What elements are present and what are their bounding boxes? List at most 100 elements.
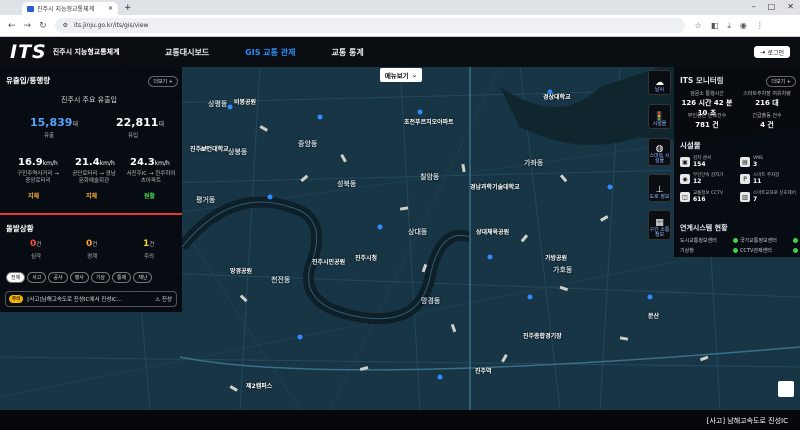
congestion-status: 지체 [86, 193, 98, 200]
login-label: 로그인 [767, 49, 784, 57]
speed-value: 21.4km/h [75, 157, 115, 168]
forward-icon[interactable]: → [24, 21, 32, 31]
side-button-label: 구간 소통정보 [649, 227, 670, 238]
link-status-item: 기상청 [680, 247, 738, 254]
bookmark-star-icon[interactable]: ☆ [695, 21, 702, 31]
monitoring-value: 4 건 [760, 121, 774, 129]
map-label: 제2캠퍼스 [246, 383, 273, 390]
road-info-button[interactable]: ⊥ 도로 정보 [648, 174, 671, 202]
map-layers-button[interactable] [778, 381, 794, 397]
facility-item[interactable]: P 스마트 주차장 11 [740, 173, 800, 185]
filter-construction[interactable]: 공사 [48, 272, 68, 283]
facility-button[interactable]: 🚦 시설물 [648, 104, 671, 129]
nav-traffic-stats[interactable]: 교통 통계 [332, 47, 364, 58]
map-label: 문산 [648, 313, 660, 320]
its-logo[interactable]: ITS [10, 41, 47, 63]
facility-item[interactable]: ▣ 검지 센서 154 [680, 156, 740, 168]
map-label: 천전동 [271, 276, 291, 284]
sudden-unit: 건 [149, 242, 155, 248]
window-controls: – □ ✕ [752, 2, 794, 11]
browser-menu-icon[interactable]: ⋮ [756, 21, 764, 31]
speed-number: 21.4 [75, 157, 100, 168]
filter-event[interactable]: 행사 [69, 272, 89, 283]
smart-facility-button[interactable]: ◍ 스마트 시설물 [648, 138, 671, 166]
filter-control[interactable]: 통제 [112, 272, 132, 283]
filter-accident[interactable]: 사고 [27, 272, 47, 283]
speed-route: 구진주역사거리 → 중앙로터리 [17, 171, 59, 184]
profile-icon[interactable]: ◉ [740, 21, 747, 31]
maximize-button[interactable]: □ [768, 2, 776, 11]
filter-weather[interactable]: 기상 [90, 272, 111, 283]
browser-tab[interactable]: 진주시 지능형교통체계 ✕ [22, 2, 118, 15]
map-label: 상봉동 [228, 148, 248, 156]
weather-button[interactable]: ☁ 날씨 [648, 70, 671, 95]
login-button[interactable]: ⇥ 로그인 [754, 46, 790, 58]
sudden-title: 돌발상황 [6, 224, 34, 233]
nav-traffic-dashboard[interactable]: 교통대시보드 [165, 47, 209, 58]
side-button-label: 시설물 [652, 121, 667, 127]
parking-icon: P [740, 174, 750, 184]
facility-count: 154 [693, 161, 706, 168]
nav-gis-control[interactable]: GIS 교통 관제 [245, 47, 295, 58]
map-label: 경상대학교 [543, 94, 571, 101]
download-icon[interactable]: ⤓ [727, 21, 731, 31]
congestion-status: 원활 [144, 193, 156, 200]
facility-item[interactable]: ▥ 스마트교차로 신호제어 7 [740, 191, 800, 203]
link-label: 기상청 [680, 248, 694, 254]
link-status-item: 도시교통정보센터 [680, 237, 738, 244]
filter-all[interactable]: 전체 [6, 272, 26, 283]
section-traffic-button[interactable]: ▦ 구간 소통정보 [648, 210, 671, 240]
chevron-down-icon: ⌄ [411, 71, 418, 79]
facility-count: 11 [753, 178, 762, 185]
speed-route: 공단로터리 → 경남문화예술회관 [72, 171, 116, 184]
reload-icon[interactable]: ↻ [39, 21, 47, 31]
incity-title: 진주시 주요 유출입 [61, 96, 117, 104]
facility-item[interactable]: ◫ 교통정보 CCTV 616 [680, 191, 740, 203]
map-label: 상대동 [408, 228, 428, 236]
address-bar[interactable]: ⚙ its.jinju.go.kr/its/gis/view [54, 18, 685, 33]
signal-icon: ▥ [740, 192, 750, 202]
monitoring-label: 검문소 통행시간 [690, 91, 724, 97]
map-label: 가좌동 [524, 159, 544, 167]
incident-item[interactable]: 주의 [사고]남해고속도로 진성IC에서 진성IC... ⚠ 진성 [5, 291, 177, 307]
monitoring-title: ITS 모니터링 [680, 76, 724, 85]
status-dot-icon [793, 238, 798, 243]
browser-tab-strip: 진주시 지능형교통체계 ✕ + – □ ✕ [0, 0, 800, 15]
speed-unit: km/h [154, 160, 170, 167]
filter-disaster[interactable]: 재난 [133, 272, 153, 283]
map-menu-dropdown[interactable]: 메뉴보기 ⌄ [380, 68, 422, 82]
severity-badge: 주의 [9, 295, 24, 303]
incident-ticker[interactable]: [사고] 남해고속도로 진성IC [707, 416, 788, 426]
right-panel: ITS 모니터링 더보기 + 검문소 통행시간 126 시간 42 분 10 초… [674, 67, 800, 257]
congestion-status: 지체 [28, 193, 40, 200]
facility-label: 스마트교차로 신호제어 [753, 191, 796, 196]
more-button[interactable]: 더보기 + [148, 76, 178, 87]
facility-item[interactable]: ▤ VMS 3 [740, 156, 800, 168]
close-window-button[interactable]: ✕ [787, 2, 794, 11]
map-label: 상평동 [208, 100, 228, 108]
sudden-label: 심각 [31, 254, 42, 260]
close-tab-icon[interactable]: ✕ [108, 5, 113, 12]
extensions-icon[interactable]: ◧ [711, 21, 719, 31]
facility-item[interactable]: ◉ 무인단속 감지기 12 [680, 173, 740, 185]
new-tab-button[interactable]: + [124, 3, 132, 13]
browser-toolbar: ← → ↻ ⚙ its.jinju.go.kr/its/gis/view ☆ ◧… [0, 15, 800, 37]
map-label: 가방공원 [545, 255, 568, 262]
more-button[interactable]: 더보기 + [766, 76, 796, 87]
incident-filters: 전체 사고 공사 행사 기상 통제 재난 [6, 272, 153, 283]
speed-unit: km/h [42, 160, 58, 167]
back-icon[interactable]: ← [8, 21, 16, 31]
minimize-button[interactable]: – [752, 2, 756, 11]
monitoring-value: 216 대 [755, 99, 779, 107]
section-divider [0, 213, 182, 215]
incident-tag: ⚠ 진성 [155, 297, 172, 303]
sudden-unit: 건 [36, 242, 42, 248]
side-button-label: 날씨 [654, 87, 665, 93]
link-label: 국가교통정보센터 [740, 238, 777, 244]
map-label: 진주시청 [355, 255, 378, 262]
site-info-icon[interactable]: ⚙ [63, 22, 68, 29]
map-label: 망경동 [421, 297, 441, 305]
monitoring-value: 781 건 [695, 121, 719, 129]
left-panel: 유출입/통행량 더보기 + 진주시 주요 유출입 15,839대 유출 22,8… [0, 67, 182, 312]
inflow-unit: 대 [158, 121, 164, 128]
